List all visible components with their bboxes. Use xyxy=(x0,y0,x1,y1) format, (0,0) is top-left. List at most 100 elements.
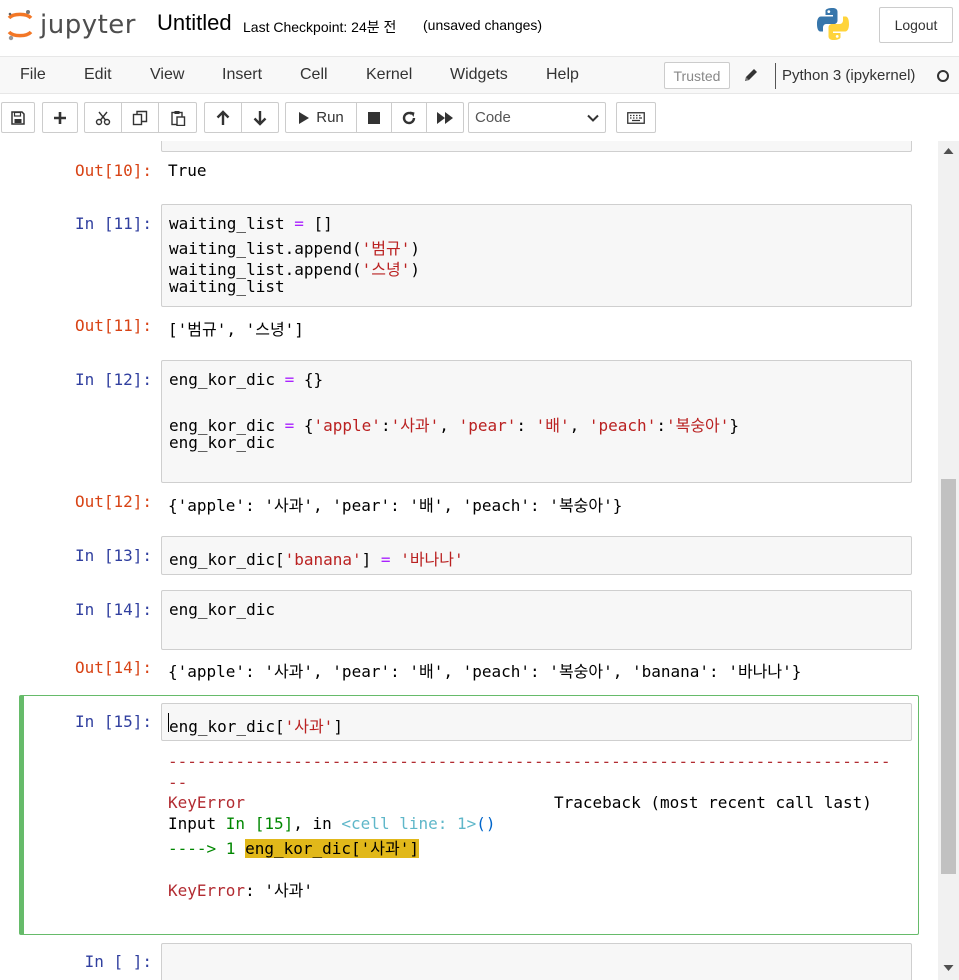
menu-insert[interactable]: Insert xyxy=(222,66,262,84)
output-text: ['범규', '스녕'] xyxy=(168,320,304,339)
code-cell-input[interactable]: waiting_list = [] waiting_list.append('범… xyxy=(161,204,912,307)
paste-button[interactable] xyxy=(158,102,197,133)
restart-run-all-button[interactable] xyxy=(426,102,464,133)
menu-edit[interactable]: Edit xyxy=(84,66,112,84)
code-cell-input[interactable]: eng_kor_dic['사과'] xyxy=(161,703,912,741)
play-icon xyxy=(299,111,310,124)
input-prompt: In [14]: xyxy=(74,600,152,619)
keyboard-icon xyxy=(627,111,645,124)
menu-cell[interactable]: Cell xyxy=(300,66,328,84)
error-message-name: KeyError xyxy=(168,881,246,900)
autosave-status: (unsaved changes) xyxy=(423,17,543,33)
code-line: eng_kor_dic = {} xyxy=(169,370,324,389)
input-prompt: In [ ]: xyxy=(84,952,152,971)
output-text: {'apple': '사과', 'pear': '배', 'peach': '복… xyxy=(168,662,802,681)
scrollbar-thumb[interactable] xyxy=(941,479,956,874)
traceback-arrow-line: ----> 1 eng_kor_dic['사과'] xyxy=(168,835,419,859)
cell-type-value: Code xyxy=(475,109,511,126)
menu-kernel[interactable]: Kernel xyxy=(366,66,412,84)
traceback-dashes: ----------------------------------------… xyxy=(168,752,891,771)
kernel-separator xyxy=(775,63,776,89)
output-prompt: Out[11]: xyxy=(74,316,152,335)
arrow-down-icon xyxy=(253,110,267,126)
output-prompt: Out[12]: xyxy=(74,492,152,511)
code-line: eng_kor_dic xyxy=(169,600,275,619)
code-line: eng_kor_dic xyxy=(169,433,275,452)
code-line: waiting_list xyxy=(169,277,285,296)
error-message-value: : '사과' xyxy=(245,881,314,900)
input-prompt: In [15]: xyxy=(74,712,152,731)
code-cell-input[interactable]: eng_kor_dic['banana'] = '바나나' xyxy=(161,536,912,575)
code-line: eng_kor_dic['banana'] = '바나나' xyxy=(169,550,464,569)
traceback-cell-ref: In [15] xyxy=(225,814,294,833)
error-name: KeyError xyxy=(168,793,246,812)
code-line: waiting_list = [] xyxy=(169,214,333,233)
scrollbar[interactable] xyxy=(938,141,959,980)
code-cell-input-empty[interactable] xyxy=(161,943,912,980)
input-prompt: In [12]: xyxy=(74,370,152,389)
plus-icon xyxy=(54,111,66,124)
run-button[interactable]: Run xyxy=(285,102,357,133)
cell-type-select[interactable]: Code xyxy=(468,102,606,133)
menu-help[interactable]: Help xyxy=(546,66,579,84)
jupyter-logo-icon xyxy=(7,10,33,41)
copy-button[interactable] xyxy=(121,102,159,133)
code-cell-input[interactable]: eng_kor_dic xyxy=(161,590,912,650)
traceback-label: Traceback (most recent call last) xyxy=(554,793,872,812)
notebook-header: jupyter Untitled Last Checkpoint: 24분 전 … xyxy=(0,0,959,50)
logout-button[interactable]: Logout xyxy=(879,7,953,43)
menubar: File Edit View Insert Cell Kernel Widget… xyxy=(0,56,959,94)
cut-icon xyxy=(95,111,111,125)
pencil-icon[interactable] xyxy=(742,66,760,84)
save-icon xyxy=(11,110,25,125)
output-prompt: Out[14]: xyxy=(74,658,152,677)
input-prompt: In [13]: xyxy=(74,546,152,565)
command-palette-button[interactable] xyxy=(616,102,656,133)
insert-cell-button[interactable] xyxy=(42,102,78,133)
jupyter-logo-text: jupyter xyxy=(40,10,136,40)
output-prompt: Out[10]: xyxy=(74,161,152,180)
restart-icon xyxy=(402,111,416,124)
kernel-name[interactable]: Python 3 (ipykernel) xyxy=(782,67,915,84)
copy-icon xyxy=(132,110,148,125)
output-text: {'apple': '사과', 'pear': '배', 'peach': '복… xyxy=(168,496,623,515)
menu-file[interactable]: File xyxy=(20,66,46,84)
move-up-button[interactable] xyxy=(204,102,242,133)
chevron-down-icon xyxy=(587,114,599,122)
scroll-up-icon[interactable] xyxy=(943,147,954,155)
traceback-arrow: ----> 1 xyxy=(168,839,246,858)
notebook-title[interactable]: Untitled xyxy=(157,10,232,36)
python-logo-icon xyxy=(817,8,849,40)
code-line: eng_kor_dic['사과'] xyxy=(169,717,343,736)
output-text: True xyxy=(168,161,207,180)
toolbar: Run Code xyxy=(0,94,959,141)
stop-icon xyxy=(368,111,380,124)
kernel-idle-icon xyxy=(937,70,949,82)
traceback-input-line: Input In [15], in <cell line: 1>() xyxy=(168,814,496,833)
input-prompt: In [11]: xyxy=(74,214,152,233)
traceback-cell-line: <cell line: 1> xyxy=(341,814,477,833)
run-label: Run xyxy=(316,109,344,126)
jupyter-logo[interactable]: jupyter xyxy=(6,8,136,42)
menu-widgets[interactable]: Widgets xyxy=(450,66,508,84)
interrupt-button[interactable] xyxy=(356,102,392,133)
arrow-up-icon xyxy=(216,109,230,125)
traceback-paren: () xyxy=(476,814,496,833)
traceback-highlight: eng_kor_dic['사과'] xyxy=(245,839,419,858)
scroll-down-icon[interactable] xyxy=(943,964,954,972)
cut-button[interactable] xyxy=(84,102,122,133)
menu-view[interactable]: View xyxy=(150,66,184,84)
code-cell-input-partial[interactable]: _ xyxy=(161,141,912,152)
fast-forward-icon xyxy=(437,111,453,124)
paste-icon xyxy=(170,110,185,126)
save-button[interactable] xyxy=(1,102,35,133)
error-message-line: KeyError: '사과' xyxy=(168,877,313,901)
restart-button[interactable] xyxy=(391,102,427,133)
code-cell-input[interactable]: eng_kor_dic = {} eng_kor_dic = {'apple':… xyxy=(161,360,912,483)
checkpoint-status: Last Checkpoint: 24분 전 xyxy=(243,19,397,35)
notebook-container: _ Out[10]: True In [11]: waiting_list = … xyxy=(0,141,938,980)
move-down-button[interactable] xyxy=(241,102,279,133)
traceback-input-mid: , in xyxy=(293,814,342,833)
trusted-indicator[interactable]: Trusted xyxy=(664,62,730,89)
traceback-input-prefix: Input xyxy=(168,814,226,833)
